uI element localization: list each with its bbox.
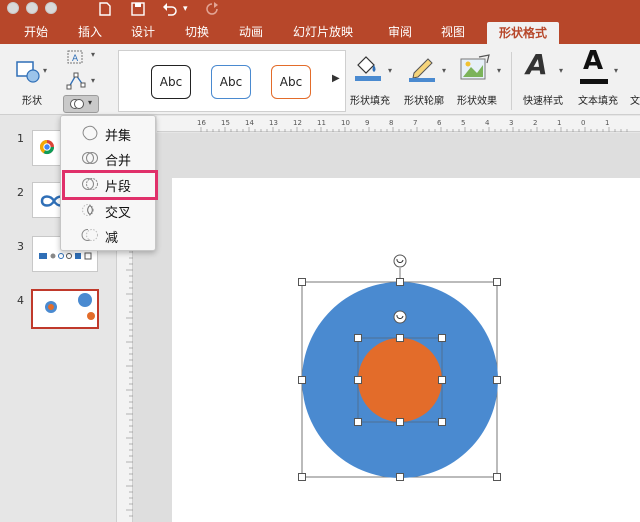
- union-icon: [82, 125, 98, 141]
- intersect-icon: [82, 204, 94, 216]
- resize-handle[interactable]: [396, 334, 404, 342]
- merge-shapes-menu: 并集 合并 片段 交叉 减: [60, 115, 158, 251]
- menu-item-subtract[interactable]: 减: [61, 224, 155, 248]
- resize-handle[interactable]: [354, 418, 362, 426]
- slide-shapes-layer: [301, 254, 498, 478]
- resize-handle[interactable]: [298, 376, 306, 384]
- menu-item-union[interactable]: 并集: [61, 122, 155, 146]
- resize-handle[interactable]: [396, 473, 404, 481]
- menu-item-combine[interactable]: 合并: [61, 147, 155, 171]
- resize-handle[interactable]: [354, 376, 362, 384]
- menu-item-fragment[interactable]: 片段: [62, 170, 158, 200]
- resize-handle[interactable]: [493, 278, 501, 286]
- rotate-handle-inner[interactable]: [393, 310, 407, 324]
- menu-item-label: 片段: [105, 180, 132, 195]
- subtract-icon: [81, 229, 98, 241]
- resize-handle[interactable]: [493, 473, 501, 481]
- inner-circle-shape[interactable]: [358, 338, 442, 422]
- menu-item-label: 并集: [105, 129, 132, 144]
- resize-handle[interactable]: [396, 418, 404, 426]
- resize-handle[interactable]: [298, 473, 306, 481]
- resize-handle[interactable]: [396, 278, 404, 286]
- resize-handle[interactable]: [298, 278, 306, 286]
- menu-item-label: 合并: [105, 154, 132, 169]
- fragment-icon: [82, 178, 98, 190]
- resize-handle[interactable]: [354, 334, 362, 342]
- menu-item-label: 减: [105, 231, 119, 246]
- menu-item-intersect[interactable]: 交叉: [61, 199, 155, 223]
- menu-item-label: 交叉: [105, 206, 132, 221]
- combine-icon: [82, 152, 98, 164]
- resize-handle[interactable]: [438, 376, 446, 384]
- resize-handle[interactable]: [493, 376, 501, 384]
- resize-handle[interactable]: [438, 418, 446, 426]
- resize-handle[interactable]: [438, 334, 446, 342]
- rotate-handle-outer[interactable]: [393, 254, 407, 268]
